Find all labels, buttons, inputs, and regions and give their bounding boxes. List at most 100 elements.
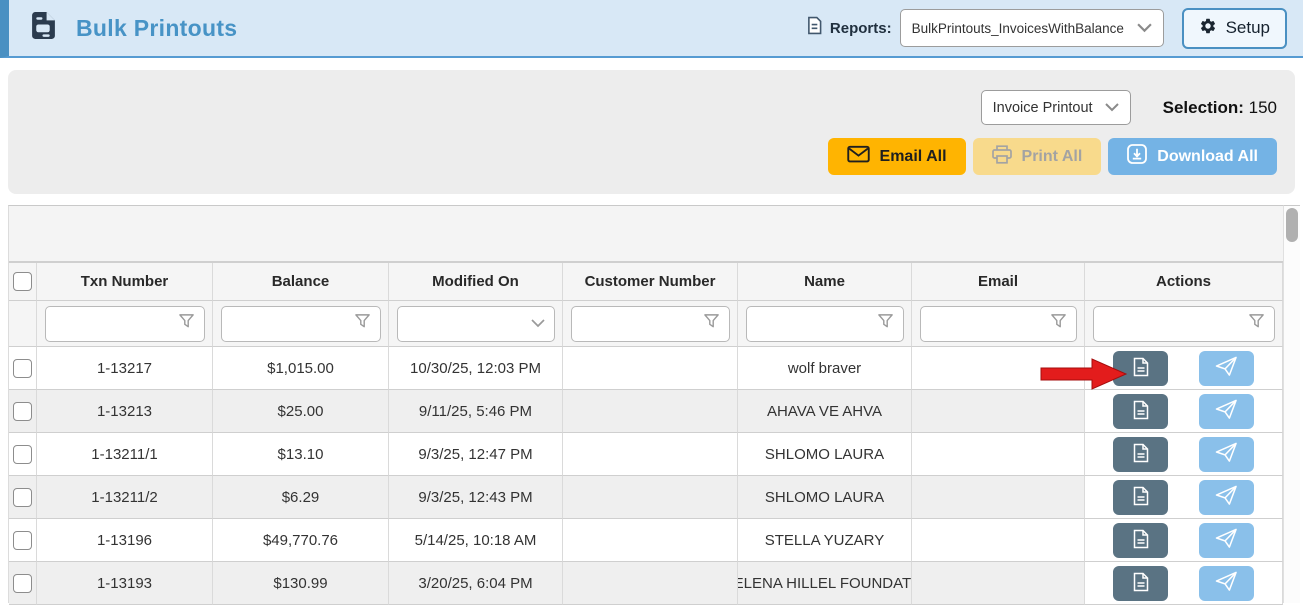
panel-row-buttons: Email All Print All Download All	[828, 138, 1277, 175]
txn-number-cell: 1-13193	[37, 562, 213, 605]
checkbox-cell	[9, 476, 37, 519]
name-cell: STELLA YUZARY	[738, 519, 912, 562]
view-document-button[interactable]	[1113, 566, 1168, 601]
customer-number-cell	[563, 433, 738, 476]
modified-on-filter-dropdown[interactable]	[397, 306, 555, 342]
modified-on-cell: 5/14/25, 10:18 AM	[389, 519, 563, 562]
scrollbar-thumb[interactable]	[1286, 208, 1298, 242]
txn-number-filter[interactable]	[45, 306, 205, 342]
modified-on-cell: 9/11/25, 5:46 PM	[389, 390, 563, 433]
filter-cell-name	[738, 301, 912, 347]
filter-cell-email	[912, 301, 1085, 347]
data-grid: Txn Number Balance Modified On Customer …	[8, 205, 1283, 603]
paper-plane-icon	[1215, 528, 1238, 552]
send-email-button[interactable]	[1199, 523, 1254, 558]
view-document-button[interactable]	[1113, 394, 1168, 429]
filter-cell-modified-on	[389, 301, 563, 347]
balance-filter-input[interactable]	[231, 315, 354, 333]
actions-cell	[1085, 476, 1283, 519]
balance-cell: $130.99	[213, 562, 389, 605]
action-panel: Invoice Printout Selection: 150 Email Al…	[8, 70, 1295, 194]
reports-dropdown-value: BulkPrintouts_InvoicesWithBalance	[912, 21, 1124, 36]
paper-plane-icon	[1215, 356, 1238, 380]
balance-filter[interactable]	[221, 306, 381, 342]
filter-cell-empty	[9, 301, 37, 347]
chevron-down-icon	[1137, 21, 1152, 36]
column-header-txn-number[interactable]: Txn Number	[37, 263, 213, 301]
email-filter[interactable]	[920, 306, 1077, 342]
customer-number-cell	[563, 562, 738, 605]
funnel-icon[interactable]	[703, 313, 720, 334]
table-row: 1-13193 $130.99 3/20/25, 6:04 PM ELENA H…	[9, 562, 1283, 605]
email-filter-input[interactable]	[930, 315, 1050, 333]
column-header-balance[interactable]: Balance	[213, 263, 389, 301]
row-checkbox[interactable]	[13, 445, 32, 464]
view-document-button[interactable]	[1113, 523, 1168, 558]
email-all-button[interactable]: Email All	[828, 138, 966, 175]
setup-button-label: Setup	[1226, 18, 1270, 38]
selection-summary: Selection: 150	[1163, 98, 1277, 118]
name-filter-input[interactable]	[756, 315, 877, 333]
actions-filter[interactable]	[1093, 306, 1275, 342]
chevron-down-icon[interactable]	[531, 315, 545, 332]
download-box-icon	[1127, 144, 1147, 169]
filter-cell-customer-number	[563, 301, 738, 347]
view-document-button[interactable]	[1113, 351, 1168, 386]
funnel-icon[interactable]	[354, 313, 371, 334]
send-email-button[interactable]	[1199, 394, 1254, 429]
view-document-button[interactable]	[1113, 480, 1168, 515]
download-all-button[interactable]: Download All	[1108, 138, 1277, 175]
grid-group-panel	[9, 206, 1283, 263]
printout-type-dropdown[interactable]: Invoice Printout	[981, 90, 1131, 125]
funnel-icon[interactable]	[877, 313, 894, 334]
funnel-icon[interactable]	[1050, 313, 1067, 334]
send-email-button[interactable]	[1199, 351, 1254, 386]
funnel-icon[interactable]	[1248, 313, 1265, 334]
customer-number-cell	[563, 519, 738, 562]
filter-cell-txn-number	[37, 301, 213, 347]
email-cell	[912, 562, 1085, 605]
row-checkbox[interactable]	[13, 359, 32, 378]
select-all-checkbox[interactable]	[13, 272, 32, 291]
modified-on-filter-input[interactable]	[407, 315, 531, 333]
send-email-button[interactable]	[1199, 566, 1254, 601]
modified-on-cell: 9/3/25, 12:47 PM	[389, 433, 563, 476]
actions-filter-input[interactable]	[1103, 315, 1248, 333]
customer-number-filter[interactable]	[571, 306, 730, 342]
document-icon	[1133, 486, 1149, 509]
reports-dropdown[interactable]: BulkPrintouts_InvoicesWithBalance	[900, 9, 1164, 47]
txn-number-filter-input[interactable]	[55, 315, 178, 333]
name-cell: AHAVA VE AHVA	[738, 390, 912, 433]
balance-cell: $49,770.76	[213, 519, 389, 562]
column-header-customer-number[interactable]: Customer Number	[563, 263, 738, 301]
view-document-button[interactable]	[1113, 437, 1168, 472]
report-document-icon	[807, 16, 822, 40]
table-row: 1-13211/1 $13.10 9/3/25, 12:47 PM SHLOMO…	[9, 433, 1283, 476]
row-checkbox[interactable]	[13, 488, 32, 507]
send-email-button[interactable]	[1199, 437, 1254, 472]
checkbox-cell	[9, 347, 37, 390]
table-row: 1-13211/2 $6.29 9/3/25, 12:43 PM SHLOMO …	[9, 476, 1283, 519]
column-header-actions[interactable]: Actions	[1085, 263, 1283, 301]
title-wrap: Bulk Printouts	[31, 11, 237, 45]
funnel-icon[interactable]	[178, 313, 195, 334]
row-checkbox[interactable]	[13, 402, 32, 421]
email-cell	[912, 519, 1085, 562]
table-header-row: Txn Number Balance Modified On Customer …	[9, 263, 1283, 301]
column-header-email[interactable]: Email	[912, 263, 1085, 301]
balance-cell: $25.00	[213, 390, 389, 433]
actions-cell	[1085, 390, 1283, 433]
row-checkbox[interactable]	[13, 531, 32, 550]
balance-cell: $6.29	[213, 476, 389, 519]
txn-number-cell: 1-13213	[37, 390, 213, 433]
column-header-modified-on[interactable]: Modified On	[389, 263, 563, 301]
column-header-name[interactable]: Name	[738, 263, 912, 301]
row-checkbox[interactable]	[13, 574, 32, 593]
vertical-scrollbar[interactable]	[1283, 205, 1300, 603]
send-email-button[interactable]	[1199, 480, 1254, 515]
email-cell	[912, 433, 1085, 476]
setup-button[interactable]: Setup	[1182, 8, 1287, 49]
customer-number-filter-input[interactable]	[581, 315, 703, 333]
actions-cell	[1085, 433, 1283, 476]
name-filter[interactable]	[746, 306, 904, 342]
